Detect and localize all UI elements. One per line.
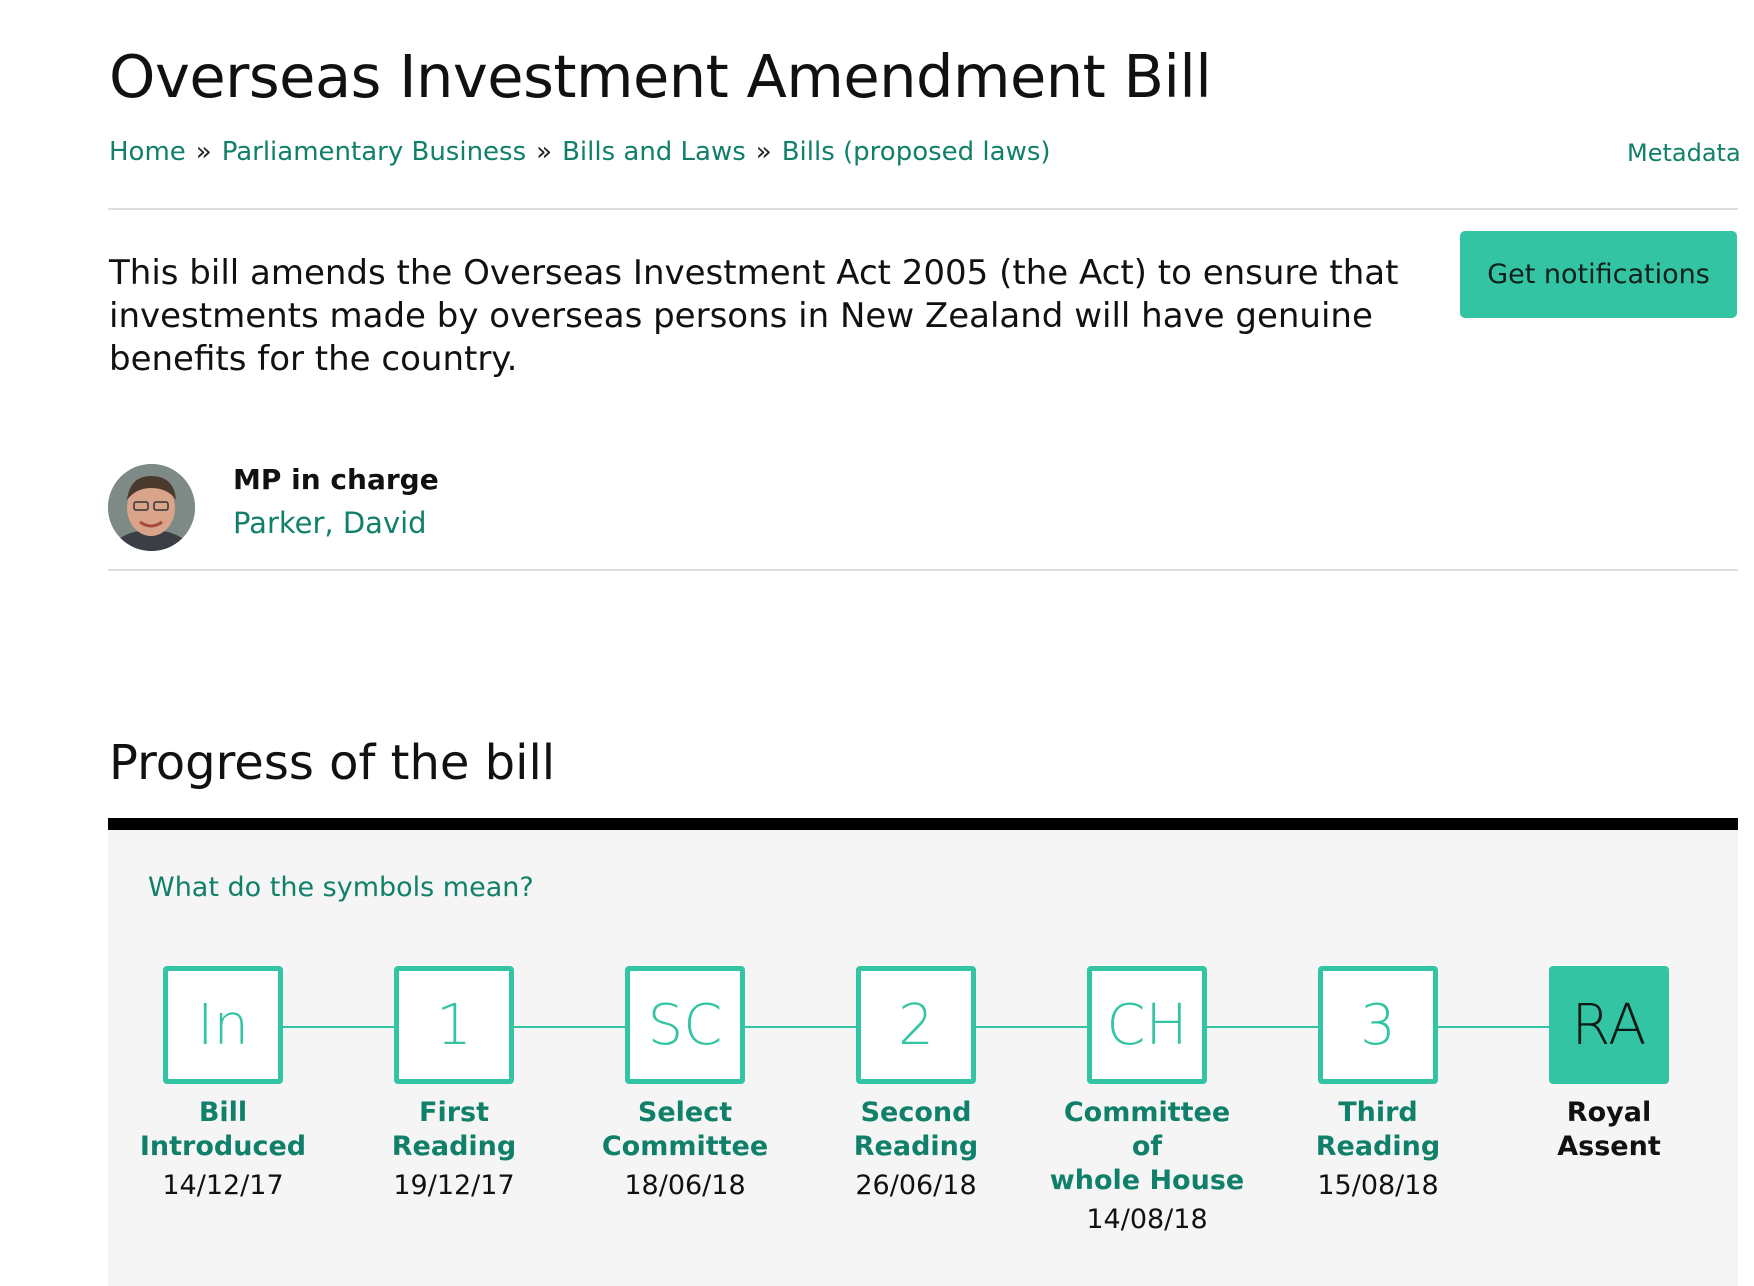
stage-date: 14/12/17 — [162, 1170, 284, 1201]
get-notifications-button[interactable]: Get notifications — [1460, 231, 1737, 318]
divider — [108, 208, 1738, 210]
stage-box-bill-introduced[interactable]: In — [163, 966, 283, 1084]
stage-connector — [1207, 1026, 1318, 1028]
stage-label-line: Second — [860, 1097, 972, 1128]
stage-label-second-reading: Second Reading — [796, 1096, 1036, 1164]
stage-label-line: Reading — [1315, 1131, 1441, 1162]
stage-date: 15/08/18 — [1317, 1170, 1439, 1201]
stage-label-line: Reading — [853, 1131, 979, 1162]
divider — [108, 569, 1738, 571]
stage-label-line: Select — [637, 1097, 733, 1128]
stage-date: 14/08/18 — [1086, 1204, 1208, 1235]
mp-portrait-icon — [108, 464, 195, 551]
breadcrumb-home[interactable]: Home — [109, 137, 186, 167]
symbols-help-link[interactable]: What do the symbols mean? — [148, 872, 534, 903]
stage-connector — [976, 1026, 1087, 1028]
breadcrumb-separator: » — [195, 137, 212, 167]
breadcrumb-bills-and-laws[interactable]: Bills and Laws — [562, 137, 746, 167]
breadcrumb-separator: » — [755, 137, 772, 167]
stage-box-first-reading[interactable]: 1 — [394, 966, 514, 1084]
breadcrumb-separator: » — [536, 137, 553, 167]
mp-name-link[interactable]: Parker, David — [233, 506, 427, 540]
stage-label-line: Reading — [391, 1131, 517, 1162]
stage-connector — [514, 1026, 625, 1028]
stage-label-line: Royal — [1566, 1097, 1652, 1128]
stage-label-line: Assent — [1557, 1131, 1661, 1162]
page-title: Overseas Investment Amendment Bill — [109, 42, 1212, 111]
stage-label-third-reading: Third Reading — [1258, 1096, 1498, 1164]
stage-connector — [283, 1026, 394, 1028]
stage-box-second-reading[interactable]: 2 — [856, 966, 976, 1084]
stage-connector — [745, 1026, 856, 1028]
stage-connector — [1438, 1026, 1549, 1028]
bill-summary: This bill amends the Overseas Investment… — [109, 253, 1399, 379]
stage-label-line: Committee — [601, 1131, 769, 1162]
progress-heading: Progress of the bill — [109, 735, 556, 791]
stage-box-committee-of-whole-house[interactable]: CH — [1087, 966, 1207, 1084]
stage-label-bill-introduced: Bill Introduced — [103, 1096, 343, 1164]
mp-avatar[interactable] — [108, 464, 195, 551]
stage-label-committee-of-whole-house: Committee of whole House — [1027, 1096, 1267, 1198]
stage-box-royal-assent[interactable]: RA — [1549, 966, 1669, 1084]
progress-rule — [108, 818, 1738, 830]
stage-label-select-committee: Select Committee — [565, 1096, 805, 1164]
stage-label-line: Third — [1338, 1097, 1418, 1128]
stage-label-line: First — [419, 1097, 489, 1128]
stage-date: 26/06/18 — [855, 1170, 977, 1201]
breadcrumb-bills-proposed-laws[interactable]: Bills (proposed laws) — [782, 137, 1051, 167]
stage-label-line: Introduced — [139, 1131, 307, 1162]
stage-label-line: Bill — [198, 1097, 248, 1128]
stage-box-third-reading[interactable]: 3 — [1318, 966, 1438, 1084]
stage-label-royal-assent: Royal Assent — [1489, 1096, 1729, 1164]
stage-label-line: of — [1131, 1131, 1163, 1162]
stage-label-line: whole House — [1049, 1165, 1245, 1196]
metadata-link[interactable]: Metadata — [1627, 139, 1741, 167]
stage-date: 18/06/18 — [624, 1170, 746, 1201]
stage-box-select-committee[interactable]: SC — [625, 966, 745, 1084]
stage-date: 19/12/17 — [393, 1170, 515, 1201]
breadcrumb-parliamentary-business[interactable]: Parliamentary Business — [222, 137, 526, 167]
stage-label-first-reading: First Reading — [334, 1096, 574, 1164]
breadcrumb: Home » Parliamentary Business » Bills and La… — [109, 137, 1051, 167]
stage-label-line: Committee — [1063, 1097, 1231, 1128]
mp-in-charge-label: MP in charge — [233, 463, 439, 496]
